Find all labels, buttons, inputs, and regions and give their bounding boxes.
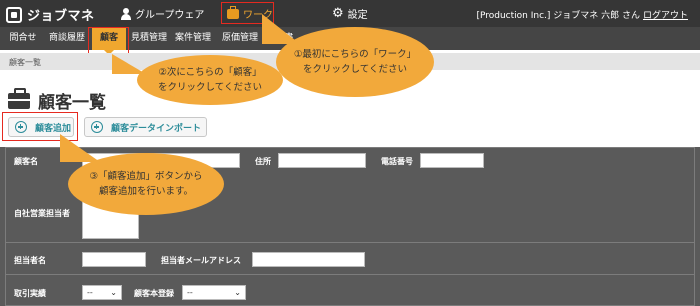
nav-settings-label: 設定: [347, 10, 368, 21]
menu-item-inquiry[interactable]: 問合せ: [6, 27, 40, 50]
contact-email-input[interactable]: [252, 252, 365, 267]
menu-item-project[interactable]: 案件管理: [172, 27, 214, 50]
registered-select[interactable]: -- ⌄: [182, 285, 246, 300]
transaction-label: 取引実績: [14, 289, 46, 298]
sales-rep-label: 自社営業担当者: [14, 209, 70, 218]
callout-tail: [60, 134, 100, 162]
transaction-select[interactable]: -- ⌄: [82, 285, 122, 300]
chevron-down-icon: ⌄: [234, 288, 241, 297]
user-info: [Production Inc.] ジョブマネ 六郎 さん: [476, 11, 640, 21]
plus-circle-icon: [91, 121, 103, 133]
menu-item-estimate[interactable]: 見積管理: [128, 27, 170, 50]
registered-value: --: [187, 288, 193, 297]
callout-step1: ①最初にこちらの「ワーク」 をクリックしてください: [276, 27, 434, 97]
phone-label: 電話番号: [381, 157, 413, 166]
callout-step3-text: ③「顧客追加」ボタンから 顧客追加を行います。: [89, 171, 203, 197]
import-customer-button[interactable]: 顧客データインポート: [84, 117, 207, 137]
registered-label: 顧客本登録: [134, 289, 174, 298]
import-customer-label: 顧客データインポート: [111, 123, 202, 134]
address-label: 住所: [255, 157, 271, 166]
customer-name-label: 顧客名: [14, 157, 38, 166]
form-divider: [5, 274, 695, 275]
logo-icon: [6, 6, 22, 23]
menu-item-cost[interactable]: 原価管理: [219, 27, 261, 50]
transaction-value: --: [87, 288, 93, 297]
address-input[interactable]: [278, 153, 366, 168]
form-divider: [5, 242, 695, 243]
page-header: 顧客一覧: [8, 87, 106, 113]
app-logo[interactable]: ジョブマネ: [6, 5, 95, 24]
form-divider: [5, 147, 695, 148]
callout-step3: ③「顧客追加」ボタンから 顧客追加を行います。: [68, 153, 224, 215]
callout-step2-text: ②次にこちらの「顧客」 をクリックしてください: [158, 67, 262, 93]
nav-groupware[interactable]: グループウェア: [121, 6, 204, 21]
briefcase-icon: [8, 87, 30, 109]
nav-groupware-label: グループウェア: [135, 10, 205, 21]
menu-item-deal-history[interactable]: 商談履歴: [46, 27, 88, 50]
person-icon: [121, 7, 131, 20]
nav-settings[interactable]: ⚙ 設定: [332, 5, 368, 22]
callout-step2: ②次にこちらの「顧客」 をクリックしてください: [137, 55, 283, 105]
app-name: ジョブマネ: [27, 9, 95, 24]
logout-link[interactable]: ログアウト: [643, 8, 688, 21]
page-title: 顧客一覧: [38, 93, 106, 113]
callout-step1-text: ①最初にこちらの「ワーク」 をクリックしてください: [293, 49, 417, 75]
gear-icon: ⚙: [332, 5, 344, 21]
contact-name-input[interactable]: [82, 252, 146, 267]
contact-name-label: 担当者名: [14, 256, 46, 265]
phone-input[interactable]: [420, 153, 484, 168]
contact-email-label: 担当者メールアドレス: [161, 256, 241, 265]
chevron-down-icon: ⌄: [110, 288, 117, 297]
top-bar: ジョブマネ グループウェア ワーク ⚙ 設定 [Production Inc.]…: [0, 0, 700, 27]
breadcrumb[interactable]: 顧客一覧: [9, 57, 41, 68]
